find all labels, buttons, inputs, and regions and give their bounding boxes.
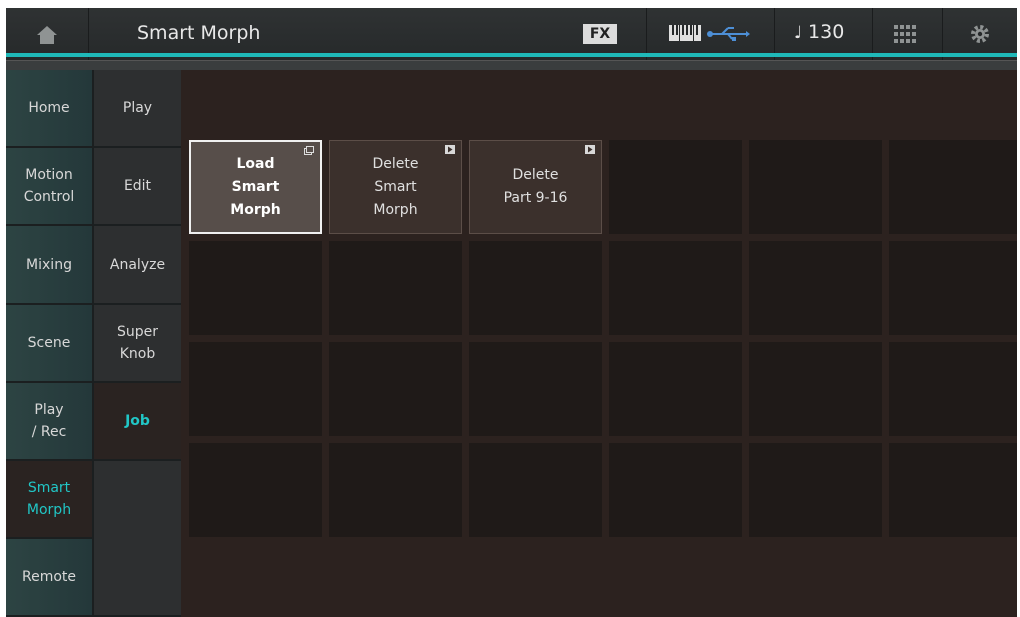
- empty-grid-cell: [749, 342, 882, 436]
- empty-grid-cell: [329, 241, 462, 335]
- nav-tab-remote[interactable]: Remote: [6, 539, 92, 617]
- page-title: Smart Morph: [137, 22, 261, 44]
- nav-tab-home[interactable]: Home: [6, 70, 92, 148]
- nav-tab-scene[interactable]: Scene: [6, 305, 92, 383]
- empty-grid-cell: [609, 241, 742, 335]
- note-icon: ♩: [794, 23, 803, 43]
- empty-grid-cell: [189, 241, 322, 335]
- job-button-delete-smart-morph[interactable]: Delete Smart Morph: [329, 140, 462, 234]
- empty-grid-cell: [749, 443, 882, 537]
- empty-grid-cell: [329, 342, 462, 436]
- job-button-delete-part-9-16[interactable]: Delete Part 9-16: [469, 140, 602, 234]
- empty-grid-cell: [609, 140, 742, 234]
- empty-grid-cell: [889, 342, 1017, 436]
- keyboard-icon[interactable]: [669, 25, 701, 41]
- empty-grid-cell: [469, 443, 602, 537]
- empty-grid-cell: [609, 342, 742, 436]
- empty-grid-cell: [189, 342, 322, 436]
- home-icon: [37, 25, 57, 44]
- gear-icon[interactable]: [969, 23, 991, 45]
- empty-grid-cell: [749, 241, 882, 335]
- header-bar: Smart Morph FX ♩ 130: [6, 8, 1017, 61]
- subtab-analyze[interactable]: Analyze: [94, 226, 181, 305]
- accent-line: [6, 53, 1017, 57]
- subtab-play[interactable]: Play: [94, 70, 181, 148]
- subtab-job[interactable]: Job: [94, 383, 181, 461]
- tempo-display[interactable]: ♩ 130: [794, 21, 844, 43]
- play-icon: [585, 145, 595, 154]
- job-label: Delete Part 9-16: [503, 167, 568, 206]
- empty-grid-cell: [889, 140, 1017, 234]
- quick-access-grid-icon[interactable]: [894, 25, 916, 43]
- subtab-empty: [94, 461, 181, 617]
- nav-tab-play-rec[interactable]: Play / Rec: [6, 383, 92, 461]
- job-button-load-smart-morph[interactable]: Load Smart Morph: [189, 140, 322, 234]
- job-label: Delete Smart Morph: [372, 155, 419, 218]
- job-label: Load Smart Morph: [230, 155, 281, 218]
- fx-button[interactable]: FX: [583, 24, 617, 44]
- popup-icon: [304, 146, 314, 155]
- job-grid: Load Smart Morph Delete Smart Morph Delete Part…: [181, 70, 1017, 617]
- empty-grid-cell: [189, 443, 322, 537]
- tempo-value: 130: [808, 21, 845, 43]
- empty-grid-cell: [889, 241, 1017, 335]
- usb-icon: [707, 27, 750, 41]
- empty-grid-cell: [469, 342, 602, 436]
- play-icon: [445, 145, 455, 154]
- subtab-super-knob[interactable]: Super Knob: [94, 305, 181, 383]
- subtab-edit[interactable]: Edit: [94, 148, 181, 226]
- nav-tab-mixing[interactable]: Mixing: [6, 226, 92, 305]
- nav-tab-smart-morph[interactable]: Smart Morph: [6, 461, 92, 539]
- empty-grid-cell: [749, 140, 882, 234]
- empty-grid-cell: [609, 443, 742, 537]
- nav-tab-motion-control[interactable]: Motion Control: [6, 148, 92, 226]
- empty-grid-cell: [889, 443, 1017, 537]
- empty-grid-cell: [329, 443, 462, 537]
- empty-grid-cell: [469, 241, 602, 335]
- screen: Smart Morph FX ♩ 130 Load Smart Morph De…: [6, 8, 1017, 617]
